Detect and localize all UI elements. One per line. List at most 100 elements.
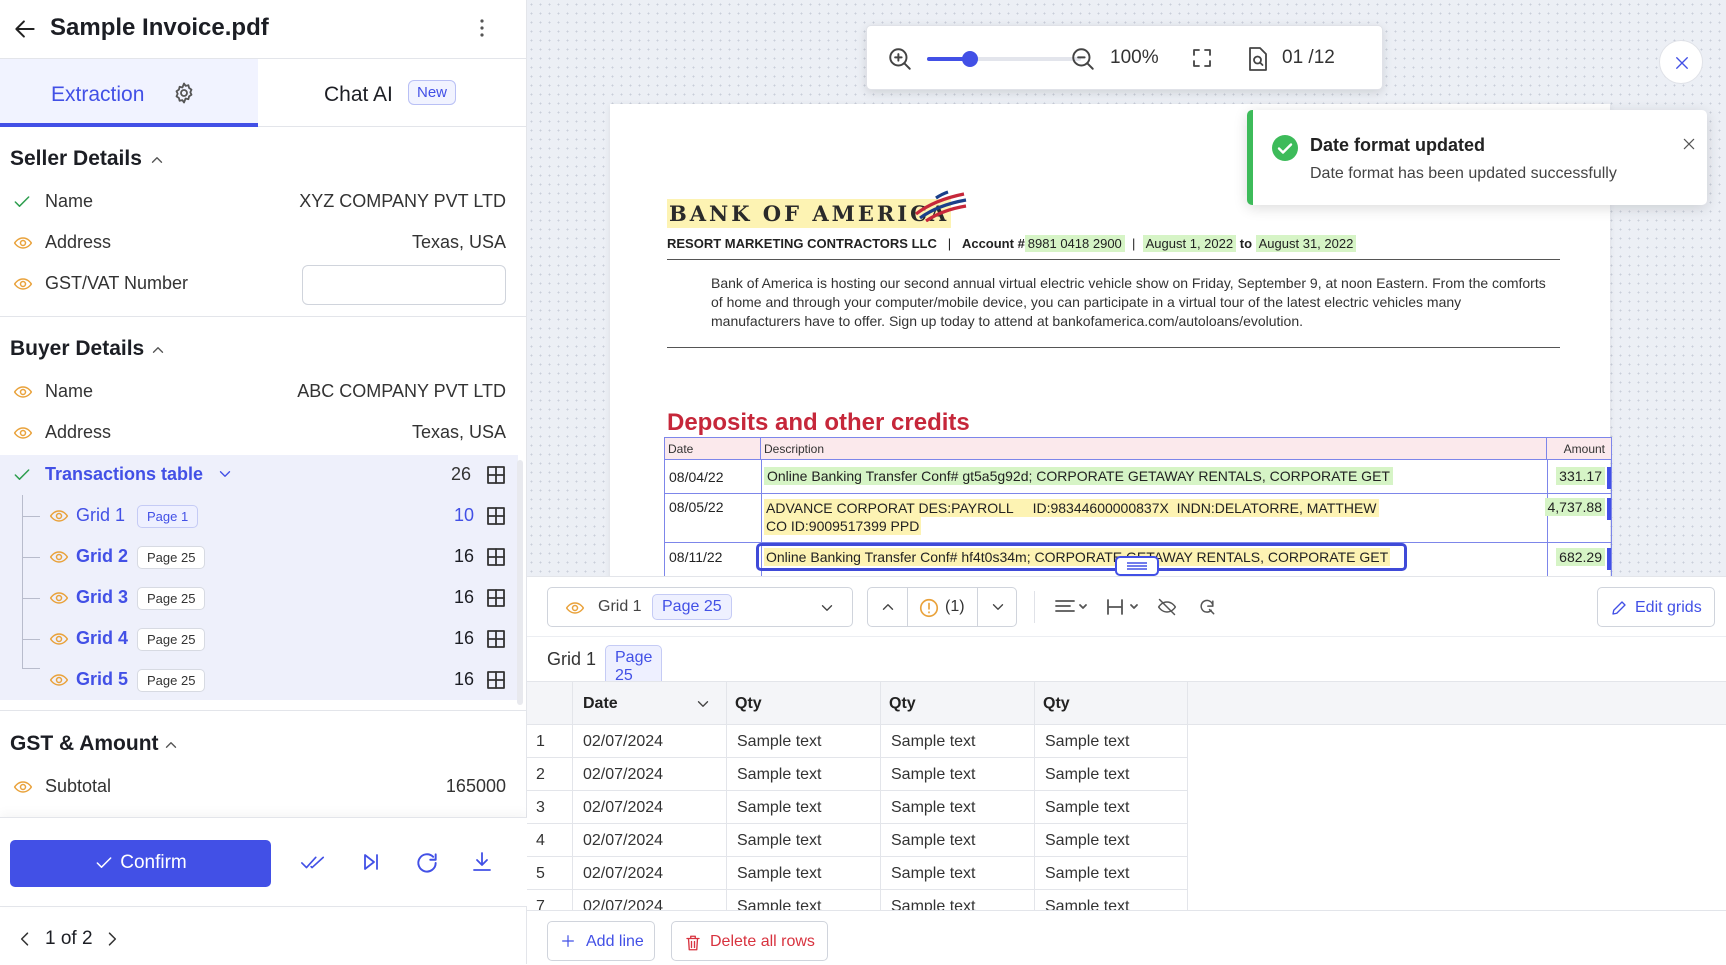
chevron-down-icon[interactable] (694, 695, 712, 713)
column-header-date[interactable]: Date (583, 695, 618, 713)
grid-icon[interactable] (486, 465, 506, 485)
zoom-out-icon[interactable] (1070, 46, 1096, 72)
cell-qty[interactable]: Sample text (737, 733, 821, 751)
chevron-down-icon[interactable] (216, 465, 234, 483)
column-width-icon[interactable] (1105, 597, 1141, 617)
page-search-icon[interactable] (1247, 46, 1269, 72)
grid-icon[interactable] (486, 670, 506, 690)
next-warning-button[interactable] (978, 588, 1018, 626)
back-arrow-icon[interactable] (12, 16, 38, 42)
refresh-icon[interactable] (414, 850, 440, 876)
subtotal-field[interactable]: Subtotal 165000 (0, 767, 510, 807)
cell-date[interactable]: 02/07/2024 (583, 799, 663, 817)
seller-name-field[interactable]: Name XYZ COMPANY PVT LTD (0, 182, 510, 222)
chevron-left-icon[interactable] (15, 929, 35, 949)
chevron-up-icon[interactable] (162, 736, 180, 754)
kebab-menu-icon[interactable] (474, 16, 490, 40)
grid-icon[interactable] (486, 506, 506, 526)
page-badge: Page 25 (652, 594, 732, 620)
deposit-date: 08/05/22 (669, 499, 724, 515)
table-row[interactable]: 1 02/07/2024 Sample text Sample text Sam… (527, 725, 1187, 758)
skip-next-icon[interactable] (359, 850, 383, 874)
grid-icon[interactable] (486, 547, 506, 567)
cell-qty[interactable]: Sample text (891, 799, 975, 817)
grid-item-5[interactable]: Grid 5 Page 25 16 (0, 660, 518, 700)
double-check-icon[interactable] (300, 850, 326, 874)
grid-count: 16 (454, 669, 475, 689)
grid-footer: Add line Delete all rows (527, 910, 1726, 965)
column-header-qty[interactable]: Qty (889, 695, 916, 713)
previous-warning-button[interactable] (868, 588, 908, 626)
table-row[interactable]: 4 02/07/2024 Sample text Sample text Sam… (527, 824, 1187, 857)
scrollbar[interactable] (517, 460, 523, 705)
buyer-name-field[interactable]: Name ABC COMPANY PVT LTD (0, 372, 510, 412)
cell-qty[interactable]: Sample text (1045, 766, 1129, 784)
transactions-label: Transactions table (45, 464, 204, 484)
buyer-section-title: Buyer Details (10, 337, 145, 360)
chevron-up-icon[interactable] (149, 341, 167, 359)
chevron-right-icon[interactable] (102, 929, 122, 949)
buyer-address-field[interactable]: Address Texas, USA (0, 413, 510, 453)
download-icon[interactable] (470, 850, 494, 874)
row-number: 2 (536, 766, 545, 783)
delete-all-rows-button[interactable]: Delete all rows (671, 921, 828, 961)
cell-date[interactable]: 02/07/2024 (583, 832, 663, 850)
gear-icon[interactable] (172, 81, 196, 105)
column-header-qty[interactable]: Qty (735, 695, 762, 713)
warning-count[interactable]: (1) (908, 588, 978, 626)
seller-address-field[interactable]: Address Texas, USA (0, 223, 510, 263)
cell-qty[interactable]: Sample text (1045, 799, 1129, 817)
gst-vat-input[interactable] (302, 265, 506, 305)
grid-icon[interactable] (486, 588, 506, 608)
table-row[interactable]: 3 02/07/2024 Sample text Sample text Sam… (527, 791, 1187, 824)
cell-qty[interactable]: Sample text (737, 799, 821, 817)
add-line-button[interactable]: Add line (547, 921, 655, 961)
cell-qty[interactable]: Sample text (737, 865, 821, 883)
close-viewer-button[interactable] (1659, 40, 1703, 84)
toolbar-divider (1034, 591, 1035, 623)
warning-icon (918, 597, 940, 619)
cell-date[interactable]: 02/07/2024 (583, 865, 663, 883)
table-row[interactable]: 5 02/07/2024 Sample text Sample text Sam… (527, 857, 1187, 890)
confirm-button[interactable]: Confirm (10, 840, 271, 887)
tab-chat-ai-label: Chat AI (324, 83, 393, 106)
grid-item-2[interactable]: Grid 2 Page 25 16 (0, 537, 518, 577)
transactions-table-field[interactable]: Transactions table 26 (0, 455, 518, 495)
zoom-in-icon[interactable] (887, 46, 913, 72)
col-date: Date (665, 438, 761, 460)
align-icon[interactable] (1054, 597, 1090, 617)
separator: | (1132, 236, 1136, 251)
zoom-slider[interactable] (927, 51, 1081, 67)
grid-select[interactable]: Grid 1 Page 25 (547, 587, 853, 627)
cell-qty[interactable]: Sample text (891, 832, 975, 850)
column-header-qty[interactable]: Qty (1043, 695, 1070, 713)
fullscreen-icon[interactable] (1190, 46, 1214, 70)
cell-date[interactable]: 02/07/2024 (583, 733, 663, 751)
zoom-slider-knob[interactable] (962, 51, 979, 67)
cell-qty[interactable]: Sample text (1045, 733, 1129, 751)
rescan-icon[interactable] (1196, 597, 1218, 617)
edit-grids-button[interactable]: Edit grids (1597, 587, 1715, 627)
panel-resize-handle[interactable] (1115, 556, 1159, 576)
table-row[interactable]: 7 02/07/2024 Sample text Sample text Sam… (527, 890, 1187, 911)
cell-qty[interactable]: Sample text (1045, 832, 1129, 850)
cell-qty[interactable]: Sample text (737, 832, 821, 850)
grid-icon[interactable] (486, 629, 506, 649)
tab-extraction[interactable]: Extraction (0, 59, 258, 127)
table-row[interactable]: 2 02/07/2024 Sample text Sample text Sam… (527, 758, 1187, 791)
cell-qty[interactable]: Sample text (891, 766, 975, 784)
chevron-up-icon[interactable] (148, 151, 166, 169)
cell-qty[interactable]: Sample text (891, 733, 975, 751)
col-amount: Amount (1547, 438, 1611, 460)
eye-off-icon[interactable] (1156, 597, 1178, 617)
grid-item-4[interactable]: Grid 4 Page 25 16 (0, 619, 518, 659)
cell-qty[interactable]: Sample text (1045, 865, 1129, 883)
selected-cell-highlight[interactable] (756, 543, 1407, 571)
cell-date[interactable]: 02/07/2024 (583, 766, 663, 784)
grid-item-1[interactable]: Grid 1 Page 1 10 (0, 496, 518, 536)
close-icon[interactable] (1681, 136, 1697, 152)
tab-chat-ai[interactable]: Chat AI New (258, 59, 527, 127)
cell-qty[interactable]: Sample text (737, 766, 821, 784)
grid-item-3[interactable]: Grid 3 Page 25 16 (0, 578, 518, 618)
cell-qty[interactable]: Sample text (891, 865, 975, 883)
